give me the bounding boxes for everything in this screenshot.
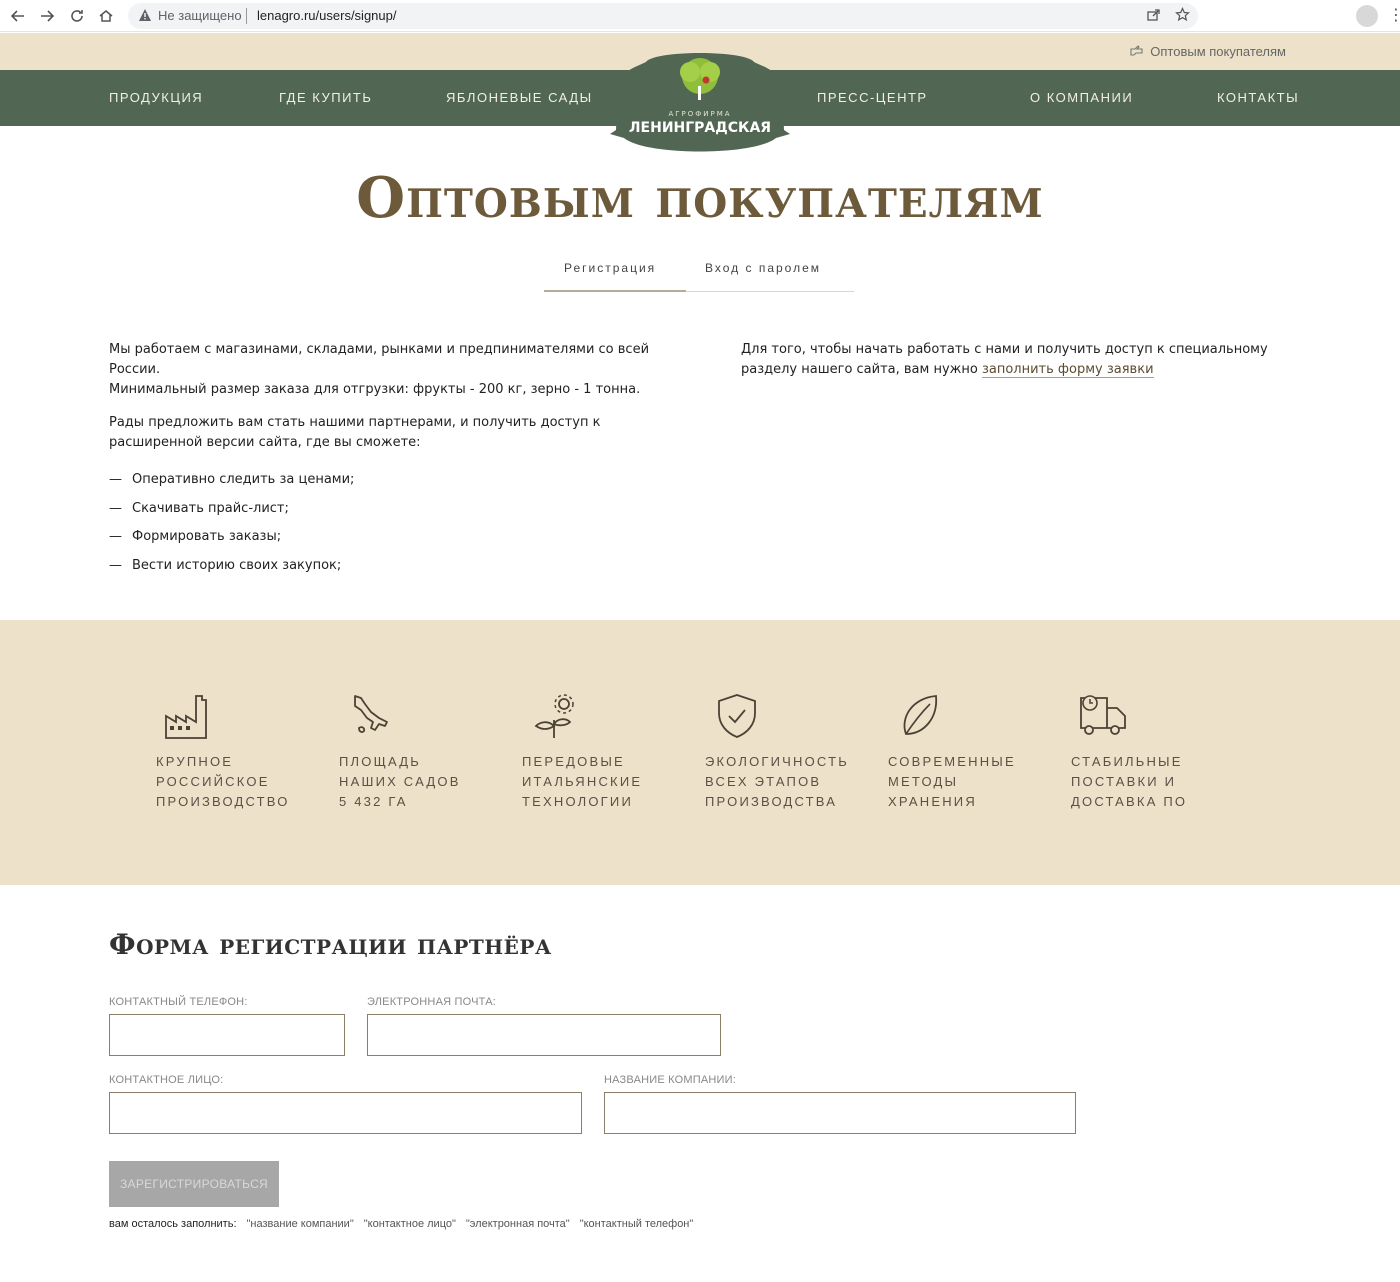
feature-technology: Передовые итальянские технологии bbox=[522, 692, 702, 812]
home-icon[interactable] bbox=[94, 5, 118, 27]
url-text[interactable]: lenagro.ru/users/signup/ bbox=[257, 8, 396, 23]
intro-left: Мы работаем с магазинами, складами, рынк… bbox=[109, 340, 669, 584]
phone-label: Контактный телефон: bbox=[109, 996, 248, 1008]
active-tab-indicator bbox=[544, 290, 686, 292]
application-form-link[interactable]: заполнить форму заявки bbox=[981, 362, 1154, 378]
warning-icon[interactable] bbox=[138, 8, 152, 27]
shield-check-icon bbox=[718, 694, 756, 738]
remaining-item: "контактное лицо" bbox=[363, 1218, 456, 1230]
intro-paragraph-2: Рады предложить вам стать нашими партнер… bbox=[109, 415, 601, 450]
wholesale-link[interactable]: Оптовым покупателям bbox=[1130, 44, 1286, 59]
feature-label: Экологичность всех этапов производства bbox=[705, 754, 849, 809]
remaining-item: "контактный телефон" bbox=[579, 1218, 694, 1230]
benefits-list: — Оперативно следить за ценами; — Скачиват… bbox=[109, 470, 669, 584]
remaining-fields-hint: вам осталось заполнить: "название компан… bbox=[109, 1218, 693, 1230]
profile-avatar[interactable] bbox=[1356, 5, 1378, 27]
list-item: — Оперативно следить за ценами; bbox=[109, 472, 355, 487]
feature-label: Стабильные поставки и доставка по bbox=[1071, 754, 1188, 809]
logo-emblem: АГРОФИРМА ЛЕНИНГРАДСКАЯ bbox=[610, 53, 790, 152]
contact-person-label: Контактное лицо: bbox=[109, 1074, 224, 1086]
list-item: — Скачивать прайс-лист; bbox=[109, 500, 289, 516]
features-section: Крупное российское производство Площадь … bbox=[0, 620, 1400, 885]
feature-delivery: Стабильные поставки и доставка по bbox=[1071, 692, 1251, 812]
tab-registration[interactable]: Регистрация bbox=[564, 261, 656, 275]
remaining-item: "электронная почта" bbox=[465, 1218, 570, 1230]
feature-production: Крупное российское производство bbox=[156, 692, 336, 812]
forward-icon[interactable] bbox=[35, 5, 59, 27]
feature-label: Площадь наших садов 5 432 га bbox=[339, 754, 461, 809]
intro-paragraph-1: Мы работаем с магазинами, складами, рынк… bbox=[109, 342, 650, 397]
form-title: Форма регистрации партнёра bbox=[109, 928, 552, 961]
feature-label: Современные методы хранения bbox=[888, 754, 1016, 809]
feature-area: Площадь наших садов 5 432 га bbox=[339, 692, 519, 812]
nav-item-press-center[interactable]: Пресс-центр bbox=[817, 90, 928, 105]
reload-icon[interactable] bbox=[65, 5, 89, 27]
contact-person-field[interactable] bbox=[109, 1092, 582, 1134]
feature-label: Крупное российское производство bbox=[156, 754, 290, 809]
feature-label: Передовые итальянские технологии bbox=[522, 754, 643, 809]
nav-item-apple-orchards[interactable]: Яблоневые сады bbox=[446, 90, 593, 105]
register-button[interactable]: Зарегистрироваться bbox=[109, 1161, 279, 1207]
address-bar[interactable]: Не защищено lenagro.ru/users/signup/ bbox=[128, 3, 1198, 29]
remaining-item: "название компании" bbox=[246, 1218, 354, 1230]
browser-toolbar: Не защищено lenagro.ru/users/signup/ ⋮ bbox=[0, 0, 1400, 32]
list-item: — Формировать заказы; bbox=[109, 529, 282, 544]
back-icon[interactable] bbox=[6, 5, 30, 27]
factory-icon bbox=[165, 695, 207, 739]
company-name-label: Название компании: bbox=[604, 1074, 737, 1086]
site-logo[interactable]: АГРОФИРМА ЛЕНИНГРАДСКАЯ bbox=[606, 46, 794, 156]
phone-field[interactable] bbox=[109, 1014, 345, 1056]
feature-ecology: Экологичность всех этапов производства bbox=[705, 692, 885, 812]
nav-item-where-to-buy[interactable]: Где купить bbox=[279, 90, 372, 105]
list-item: — Вести историю своих закупок; bbox=[109, 557, 342, 573]
email-label: Электронная почта: bbox=[367, 996, 496, 1008]
nav-item-about[interactable]: О компании bbox=[1030, 90, 1133, 105]
tabs: Регистрация Вход с паролем bbox=[544, 258, 854, 292]
nav-item-products[interactable]: Продукция bbox=[109, 90, 203, 105]
svg-text:ЛЕНИНГРАДСКАЯ: ЛЕНИНГРАДСКАЯ bbox=[629, 120, 771, 136]
sprout-gear-icon bbox=[534, 694, 574, 738]
bookmark-star-icon[interactable] bbox=[1175, 7, 1190, 26]
feature-storage: Современные методы хранения bbox=[888, 692, 1068, 812]
italy-map-icon bbox=[354, 695, 388, 733]
wholesale-link-label: Оптовым покупателям bbox=[1150, 44, 1286, 59]
page-title: Оптовым покупателям bbox=[356, 165, 1044, 231]
email-field[interactable] bbox=[367, 1014, 721, 1056]
svg-text:АГРОФИРМА: АГРОФИРМА bbox=[668, 110, 731, 118]
delivery-truck-icon bbox=[1080, 695, 1126, 735]
menu-icon[interactable]: ⋮ bbox=[1388, 5, 1400, 25]
tab-login[interactable]: Вход с паролем bbox=[705, 261, 821, 275]
nav-item-contacts[interactable]: Контакты bbox=[1217, 90, 1299, 105]
address-divider bbox=[246, 8, 247, 24]
share-icon[interactable] bbox=[1146, 7, 1161, 26]
company-name-field[interactable] bbox=[604, 1092, 1076, 1134]
intro-right: Для того, чтобы начать работать с нами и… bbox=[741, 340, 1301, 380]
hand-pointer-icon bbox=[1130, 44, 1144, 59]
insecure-label: Не защищено bbox=[158, 8, 242, 23]
leaf-icon bbox=[903, 695, 937, 735]
remaining-label: вам осталось заполнить: bbox=[109, 1218, 237, 1230]
